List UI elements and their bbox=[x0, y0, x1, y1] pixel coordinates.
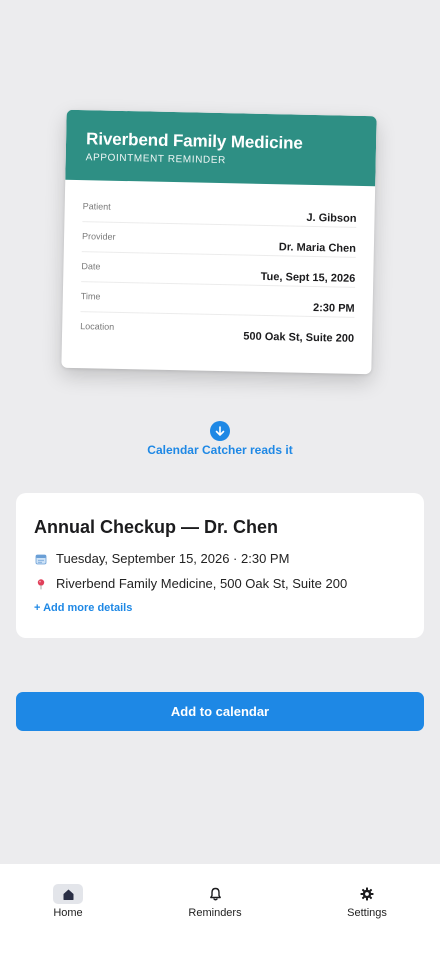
event-title: Annual Checkup — Dr. Chen bbox=[34, 517, 279, 537]
card-body: Patient J. Gibson Provider Dr. Maria Che… bbox=[62, 180, 375, 348]
add-to-calendar-button[interactable]: Add to calendar bbox=[16, 692, 424, 731]
detail-label: Date bbox=[81, 261, 101, 272]
event-datetime-row: Tuesday, September 15, 2026 · 2:30 PM bbox=[34, 551, 406, 566]
card-header: Riverbend Family Medicine APPOINTMENT RE… bbox=[65, 109, 377, 187]
event-datetime: Tuesday, September 15, 2026 · 2:30 PM bbox=[56, 551, 290, 566]
event-card: Annual Checkup — Dr. Chen Tuesday, Septe… bbox=[16, 493, 424, 638]
arrow-down-icon bbox=[210, 421, 230, 441]
detail-value: 500 Oak St, Suite 200 bbox=[243, 330, 355, 345]
nav-label: Settings bbox=[347, 907, 387, 919]
arrow-caption: Calendar Catcher reads it bbox=[147, 443, 293, 457]
home-icon bbox=[53, 884, 83, 904]
nav-item-settings[interactable]: Settings bbox=[322, 884, 412, 919]
nav-label: Reminders bbox=[188, 907, 242, 919]
event-location: Riverbend Family Medicine, 500 Oak St, S… bbox=[56, 576, 348, 591]
bell-icon bbox=[200, 884, 230, 904]
detail-value: Tue, Sept 15, 2026 bbox=[260, 270, 356, 285]
detail-label: Time bbox=[80, 291, 101, 302]
gear-icon bbox=[352, 884, 382, 904]
appointment-reminder-card: Riverbend Family Medicine APPOINTMENT RE… bbox=[61, 109, 377, 375]
detail-value: 2:30 PM bbox=[312, 301, 355, 315]
nav-label: Home bbox=[53, 907, 83, 919]
clinic-name: Riverbend Family Medicine bbox=[85, 129, 303, 153]
detail-label: Location bbox=[80, 321, 115, 332]
nav-item-reminders[interactable]: Reminders bbox=[170, 884, 260, 919]
add-more-details-link[interactable]: + Add more details bbox=[34, 602, 132, 614]
detail-label: Provider bbox=[81, 231, 116, 242]
detail-row-location: Location 500 Oak St, Suite 200 bbox=[80, 312, 355, 348]
nav-item-home[interactable]: Home bbox=[23, 884, 113, 919]
bottom-nav: Home Reminders Settings bbox=[0, 864, 440, 953]
detail-value: Dr. Maria Chen bbox=[278, 241, 357, 255]
calendar-icon bbox=[34, 552, 48, 566]
detail-label: Patient bbox=[82, 201, 111, 212]
event-location-row: Riverbend Family Medicine, 500 Oak St, S… bbox=[34, 576, 406, 591]
card-subtitle: APPOINTMENT REMINDER bbox=[85, 152, 226, 167]
detail-value: J. Gibson bbox=[306, 211, 357, 225]
map-pin-icon bbox=[34, 577, 48, 591]
